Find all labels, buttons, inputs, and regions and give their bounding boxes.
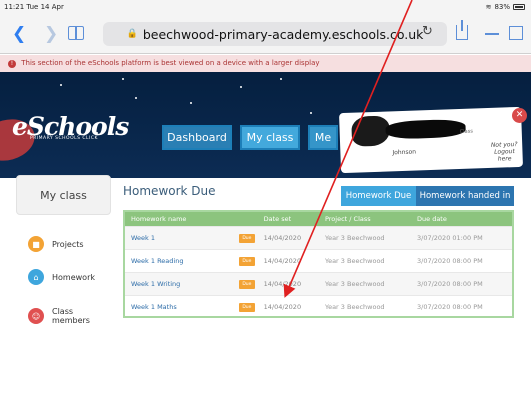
date-set: 14/04/2020	[263, 280, 302, 288]
tab-homework-handed-in[interactable]: Homework handed in	[416, 186, 514, 206]
projects-icon: ■	[28, 236, 44, 252]
browser-toolbar: ❮ ❯ 🔒 beechwood-primary-academy.eschools…	[0, 14, 531, 54]
lock-icon: 🔒	[126, 29, 138, 39]
status-time: 11:21 Tue 14 Apr	[4, 3, 64, 11]
star-decoration	[122, 78, 124, 80]
logout-link[interactable]: Not you? Logout here	[486, 141, 523, 163]
profile-card: Johnson Class Not you? Logout here	[339, 106, 523, 174]
back-icon[interactable]: ❮	[12, 24, 26, 44]
reload-icon[interactable]: ↻	[422, 24, 433, 39]
column-header: Project / Class	[324, 215, 371, 223]
star-decoration	[310, 112, 312, 114]
nav-me-button[interactable]: Me	[308, 125, 338, 150]
forward-icon[interactable]: ❯	[44, 24, 58, 44]
column-header: Due date	[417, 215, 447, 223]
status-bar: 11:21 Tue 14 Apr ≋ 83%	[0, 0, 531, 14]
column-header: Date set	[263, 215, 292, 223]
project-class: Year 3 Beechwood	[324, 303, 385, 311]
date-set: 14/04/2020	[263, 257, 302, 265]
date-set: 14/04/2020	[263, 303, 302, 311]
warning-icon: !	[8, 60, 16, 68]
nav-my-class-button[interactable]: My class	[240, 125, 300, 150]
home-icon: ⌂	[28, 269, 44, 285]
project-class: Year 3 Beechwood	[324, 257, 385, 265]
tabs-icon[interactable]	[509, 26, 523, 40]
homework-name-link[interactable]: Week 1	[125, 234, 239, 242]
table-row[interactable]: Week 1 Due 14/04/2020 Year 3 Beechwood 3…	[125, 226, 512, 249]
tab-homework-due[interactable]: Homework Due	[341, 186, 416, 206]
table-header: Homework name Date set Project / Class D…	[125, 212, 512, 226]
sidebar-item-label: Projects	[52, 239, 84, 249]
star-decoration	[135, 97, 137, 99]
url-text: beechwood-primary-academy.eschools.co.uk	[142, 26, 424, 42]
star-decoration	[240, 86, 242, 88]
homework-table: Homework name Date set Project / Class D…	[123, 210, 514, 318]
homework-name-link[interactable]: Week 1 Reading	[125, 257, 239, 265]
redacted-name	[385, 118, 466, 140]
avatar	[351, 115, 391, 147]
page-title: Homework Due	[123, 184, 216, 198]
homework-name-link[interactable]: Week 1 Maths	[125, 303, 239, 311]
profile-class: Class	[459, 128, 473, 135]
battery-icon	[513, 4, 525, 10]
display-warning-banner: ! This section of the eSchools platform …	[0, 55, 531, 72]
project-class: Year 3 Beechwood	[324, 234, 385, 242]
due-badge: Due	[238, 303, 255, 312]
due-badge: Due	[238, 234, 255, 243]
share-icon[interactable]	[456, 20, 468, 40]
homework-name-link[interactable]: Week 1 Writing	[125, 280, 239, 288]
sidebar-title: My class	[16, 175, 111, 215]
project-class: Year 3 Beechwood	[324, 280, 385, 288]
due-badge: Due	[238, 257, 255, 266]
bookmarks-icon[interactable]	[68, 26, 84, 40]
due-date: 3/07/2020 01:00 PM	[417, 234, 483, 242]
address-bar[interactable]: 🔒 beechwood-primary-academy.eschools.co.…	[103, 22, 447, 46]
star-decoration	[60, 84, 62, 86]
logo-tagline: PRIMARY SCHOOLS CLICK	[30, 136, 98, 141]
star-decoration	[280, 78, 282, 80]
star-decoration	[190, 102, 192, 104]
sidebar-item-label: Homework	[52, 272, 95, 282]
table-row[interactable]: Week 1 Reading Due 14/04/2020 Year 3 Bee…	[125, 249, 512, 272]
wifi-icon: ≋	[485, 3, 492, 11]
warning-text: This section of the eSchools platform is…	[21, 59, 320, 67]
people-icon: ☺	[28, 308, 44, 324]
sidebar-item-homework[interactable]: ⌂ Homework	[28, 267, 95, 287]
table-body: Week 1 Due 14/04/2020 Year 3 Beechwood 3…	[125, 226, 512, 318]
battery-percent: 83%	[494, 3, 510, 11]
due-badge: Due	[238, 280, 255, 289]
status-icons: ≋ 83%	[486, 3, 525, 11]
sidebar-item-class-members[interactable]: ☺ Class members	[28, 300, 98, 332]
close-icon[interactable]: ✕	[512, 108, 527, 123]
nav-dashboard-button[interactable]: Dashboard	[162, 125, 232, 150]
date-set: 14/04/2020	[263, 234, 302, 242]
due-date: 3/07/2020 08:00 PM	[417, 303, 483, 311]
due-date: 3/07/2020 08:00 PM	[417, 257, 483, 265]
sidebar-item-projects[interactable]: ■ Projects	[28, 234, 84, 254]
sidebar-item-label: Class members	[52, 307, 90, 325]
due-date: 3/07/2020 08:00 PM	[417, 280, 483, 288]
table-row[interactable]: Week 1 Writing Due 14/04/2020 Year 3 Bee…	[125, 272, 512, 295]
table-row[interactable]: Week 1 Maths Due 14/04/2020 Year 3 Beech…	[125, 295, 512, 318]
new-tab-icon[interactable]	[485, 33, 499, 35]
profile-name: Johnson	[392, 148, 417, 157]
column-header: Homework name	[131, 215, 187, 223]
